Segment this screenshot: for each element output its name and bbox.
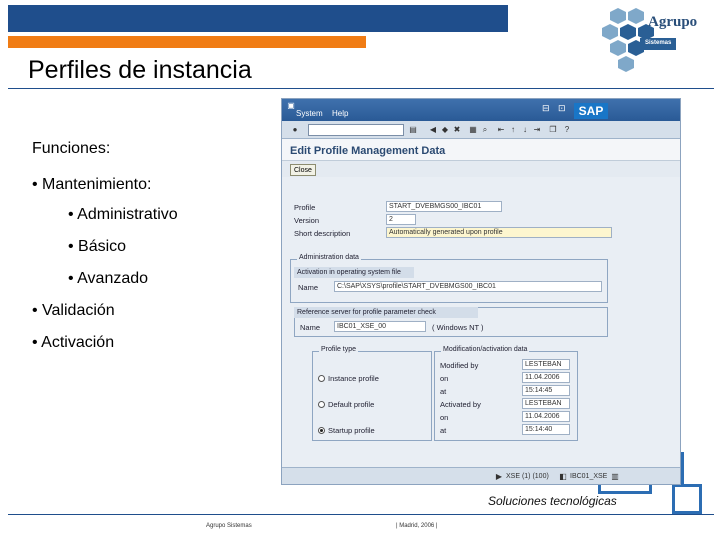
sap-logo: SAP xyxy=(574,103,608,119)
decor-square-3 xyxy=(672,484,702,514)
screen-title: Edit Profile Management Data xyxy=(290,145,446,157)
tagline: Soluciones tecnológicas xyxy=(488,494,617,508)
reference-name-label: Name xyxy=(300,323,321,332)
activated-on-field[interactable]: 11.04.2006 xyxy=(522,411,570,422)
close-button[interactable]: Close xyxy=(290,164,316,176)
activated-by-field[interactable]: LESTEBAN xyxy=(522,398,570,409)
application-toolbar: Close xyxy=(282,161,680,177)
sap-menubar: ▣ System Help ⊟ ⊡ ⊠ SAP xyxy=(282,99,680,121)
bullet-functions: Funciones: xyxy=(32,140,111,157)
menu-help[interactable]: Help xyxy=(332,109,348,118)
status-server: IBC01_XSE xyxy=(570,473,608,480)
prev-page-icon[interactable]: ↑ xyxy=(508,125,518,135)
status-system: XSE (1) (100) xyxy=(506,473,549,480)
default-profile-label: Default profile xyxy=(328,400,375,409)
back-icon[interactable]: ◀ xyxy=(428,125,438,135)
status-server-icon: ◧ xyxy=(559,472,567,481)
header-orange-bar xyxy=(8,36,366,48)
version-label: Version xyxy=(294,216,320,225)
modified-on-label: on xyxy=(440,374,449,383)
bullet-maintenance: • Mantenimiento: xyxy=(32,176,152,193)
version-field[interactable]: 2 xyxy=(386,214,416,225)
header-blue-bar xyxy=(8,5,508,32)
first-page-icon[interactable]: ⇤ xyxy=(496,125,506,135)
profile-type-title: Profile type xyxy=(319,346,359,353)
instance-profile-label: Instance profile xyxy=(328,374,379,383)
logo-name: Agrupo xyxy=(648,14,698,30)
short-description-label: Short description xyxy=(294,229,351,238)
title-divider xyxy=(8,88,714,89)
activation-file-header: Activation in operating system file xyxy=(294,267,414,278)
activated-at-label: at xyxy=(440,426,447,435)
profile-label: Profile xyxy=(294,203,316,212)
command-field[interactable] xyxy=(308,124,404,136)
instance-profile-radio[interactable] xyxy=(318,375,325,382)
status-mode-icon: ▥ xyxy=(611,472,619,481)
modified-at-field[interactable]: 15:14:45 xyxy=(522,385,570,396)
modification-data-title: Modification/activation data xyxy=(441,346,530,353)
find-icon[interactable]: ⌕ xyxy=(480,125,490,135)
startup-profile-label: Startup profile xyxy=(328,426,375,435)
sap-status-bar: ▶ XSE (1) (100) ◧ IBC01_XSE ▥ xyxy=(282,467,680,484)
modified-by-label: Modified by xyxy=(440,361,479,370)
next-page-icon[interactable]: ↓ xyxy=(520,125,530,135)
cancel-icon[interactable]: ✖ xyxy=(452,125,462,135)
bullet-advanced: • Avanzado xyxy=(68,270,149,287)
startup-profile-radio[interactable] xyxy=(318,427,325,434)
reference-server-header: Reference server for profile parameter c… xyxy=(294,307,478,318)
last-page-icon[interactable]: ⇥ xyxy=(532,125,542,135)
logo-subtitle: Sistemas xyxy=(645,40,672,46)
bullet-activation: • Activación xyxy=(32,334,115,351)
modified-on-field[interactable]: 11.04.2006 xyxy=(522,372,570,383)
new-session-icon[interactable]: ❐ xyxy=(548,125,558,135)
activated-on-label: on xyxy=(440,413,449,422)
sap-window: ▣ System Help ⊟ ⊡ ⊠ SAP ● ▤ ◀ ◆ ✖ ▦ ⌕ ⇤ … xyxy=(281,98,681,485)
exit-icon[interactable]: ◆ xyxy=(440,125,450,135)
screen-header: Edit Profile Management Data xyxy=(282,139,680,161)
administration-data-title: Administration data xyxy=(297,254,361,261)
sap-toolbar: ● ▤ ◀ ◆ ✖ ▦ ⌕ ⇤ ↑ ↓ ⇥ ❐ ? xyxy=(282,121,680,139)
reference-os-label: ( Windows NT ) xyxy=(432,323,484,332)
menu-system[interactable]: System xyxy=(296,109,323,118)
modified-at-label: at xyxy=(440,387,447,396)
bullet-administrative: • Administrativo xyxy=(68,206,178,223)
footer-location-date: | Madrid, 2006 | xyxy=(396,523,438,529)
footer-divider xyxy=(8,514,714,515)
profile-field[interactable]: START_DVEBMGS00_IBC01 xyxy=(386,201,502,212)
bullet-validation: • Validación xyxy=(32,302,115,319)
save-icon[interactable]: ▤ xyxy=(408,125,418,135)
admin-name-field[interactable]: C:\SAP\XSYS\profile\START_DVEBMGS00_IBC0… xyxy=(334,281,602,292)
admin-name-label: Name xyxy=(298,283,319,292)
sap-menu-icon[interactable]: ▣ xyxy=(286,101,296,111)
short-description-field[interactable]: Automatically generated upon profile xyxy=(386,227,612,238)
bullet-basic: • Básico xyxy=(68,238,127,255)
reference-name-field[interactable]: IBC01_XSE_00 xyxy=(334,321,426,332)
page-title: Perfiles de instancia xyxy=(28,56,252,84)
footer-company: Agrupo Sistemas xyxy=(206,523,252,529)
modified-by-field[interactable]: LESTEBAN xyxy=(522,359,570,370)
activated-by-label: Activated by xyxy=(440,400,481,409)
status-expand-icon[interactable]: ▶ xyxy=(494,472,504,482)
activated-at-field[interactable]: 15:14:40 xyxy=(522,424,570,435)
enter-icon[interactable]: ● xyxy=(290,125,300,135)
print-icon[interactable]: ▦ xyxy=(468,125,478,135)
help-icon[interactable]: ? xyxy=(562,125,572,135)
default-profile-radio[interactable] xyxy=(318,401,325,408)
